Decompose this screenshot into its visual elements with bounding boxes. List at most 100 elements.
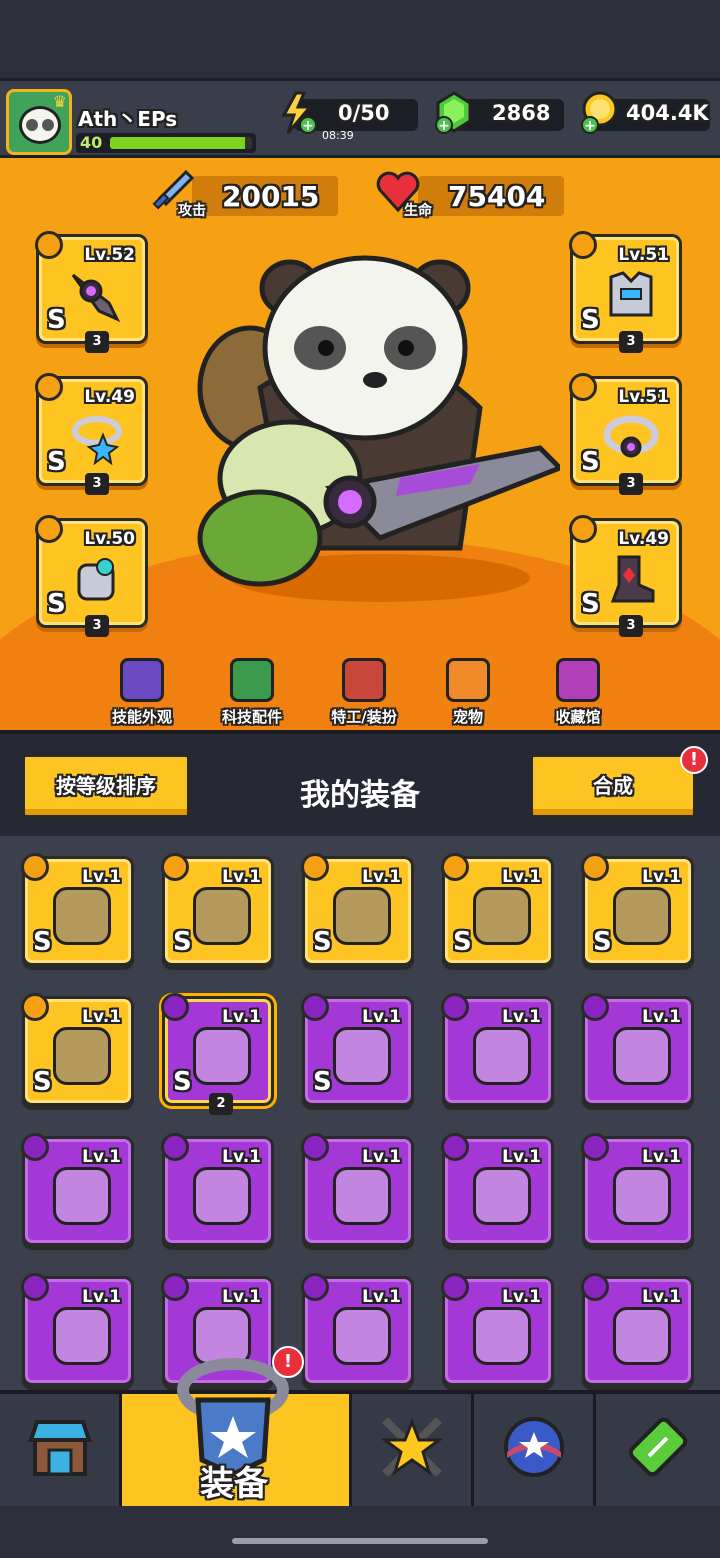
nav-tab-skills[interactable]: [352, 1394, 474, 1506]
category-skill-skins[interactable]: 技能外观: [92, 658, 192, 727]
energy-counter[interactable]: + 0/50: [281, 91, 418, 134]
item-type-icon: [441, 1133, 469, 1161]
armor-vest-icon: [609, 271, 653, 317]
equipment-item[interactable]: Lv.1: [21, 1133, 134, 1246]
gem-icon: +: [435, 91, 472, 134]
item-level: Lv.1: [222, 867, 261, 887]
equipment-item[interactable]: Lv.1: [581, 993, 694, 1106]
slot-stars: 3: [619, 473, 643, 495]
chain-necklace-icon: [333, 1167, 391, 1225]
nav-tab-equipment[interactable]: 装备: [122, 1358, 352, 1506]
item-level: Lv.1: [362, 1287, 401, 1307]
category-collection[interactable]: 收藏馆: [528, 658, 628, 727]
equipment-item[interactable]: Lv.1: [21, 1273, 134, 1386]
category-label: 宠物: [452, 708, 483, 726]
item-level: Lv.1: [502, 1007, 541, 1027]
gem-value: 2868: [492, 101, 551, 125]
equipment-item[interactable]: Lv.1: [161, 1133, 274, 1246]
equipment-item[interactable]: Lv.1: [301, 1133, 414, 1246]
item-type-icon: [581, 1133, 609, 1161]
equip-slot-necklace[interactable]: Lv.49 S 3: [35, 373, 148, 495]
equipment-item[interactable]: Lv.1 S: [21, 853, 134, 966]
category-tech-parts[interactable]: 科技配件: [202, 658, 302, 727]
equipment-item[interactable]: Lv.1: [441, 1133, 554, 1246]
equip-slot-boots[interactable]: Lv.49 S 3: [569, 515, 682, 637]
gem-glove-icon: [613, 1307, 671, 1365]
attack-label: 攻击: [178, 203, 206, 219]
panda-face-icon: [19, 106, 61, 144]
equipment-alert-badge: !: [272, 1346, 304, 1378]
item-type-icon: [441, 1273, 469, 1301]
item-level: Lv.1: [642, 1007, 681, 1027]
item-level: Lv.1: [82, 1147, 121, 1167]
attack-stat: 攻击 20015: [152, 169, 338, 219]
gem-counter[interactable]: + 2868: [435, 91, 564, 134]
category-pets[interactable]: 宠物: [418, 658, 518, 727]
lightning-icon: +: [281, 91, 317, 134]
nav-tab-shop[interactable]: [0, 1394, 122, 1506]
slot-stars: 3: [85, 331, 109, 353]
claw-glove-icon: [333, 1307, 391, 1365]
equipment-item[interactable]: Lv.1: [441, 1273, 554, 1386]
item-level: Lv.1: [222, 1147, 261, 1167]
equip-slot-armor[interactable]: Lv.51 S 3: [569, 231, 682, 353]
item-rank: S: [33, 927, 52, 957]
coin-counter[interactable]: + 404.4K: [581, 91, 710, 134]
equipment-item[interactable]: Lv.1: [301, 1273, 414, 1386]
category-label: 科技配件: [221, 708, 282, 726]
item-level: Lv.1: [642, 1147, 681, 1167]
home-indicator: [232, 1538, 488, 1544]
star-ball-icon: [503, 1417, 564, 1477]
equip-slot-glove[interactable]: Lv.50 S 3: [35, 515, 148, 637]
slot-rank: S: [47, 305, 66, 335]
sort-by-level-button[interactable]: 按等级排序: [22, 754, 190, 818]
category-agent-outfit[interactable]: 特工/装扮: [314, 658, 414, 727]
shuriken-blade-icon: [53, 887, 111, 945]
equipment-item[interactable]: Lv.1 S: [581, 853, 694, 966]
dog-icon: [446, 658, 490, 702]
equipment-item[interactable]: Lv.1 S: [301, 993, 414, 1106]
item-type-icon: [21, 1133, 49, 1161]
equipment-item[interactable]: Lv.1: [581, 1133, 694, 1246]
gold-belt-icon: [473, 887, 531, 945]
nav-tab-research[interactable]: [596, 1394, 720, 1506]
orb-belt-icon: [603, 415, 659, 458]
slot-level: Lv.52: [84, 245, 135, 265]
item-type-icon: [21, 1273, 49, 1301]
star-necklace-icon: [333, 887, 391, 945]
soccer-hat-icon: [120, 658, 164, 702]
equipment-item[interactable]: Lv.1: [581, 1273, 694, 1386]
item-rank: S: [173, 1067, 192, 1097]
svg-text:+: +: [302, 118, 314, 134]
coin-icon: +: [581, 91, 618, 134]
nav-tab-events[interactable]: [474, 1394, 596, 1506]
item-type-icon: [301, 1273, 329, 1301]
equipment-item[interactable]: Lv.1 S: [161, 853, 274, 966]
item-type-icon: [21, 853, 49, 881]
energy-timer: 08:39: [322, 129, 354, 142]
item-level: Lv.1: [82, 1007, 121, 1027]
equip-slot-weapon[interactable]: Lv.52 S 3: [35, 231, 148, 353]
player-avatar[interactable]: ♛: [6, 89, 72, 155]
shop-icon: [27, 1420, 92, 1476]
equipment-item[interactable]: Lv.1 S: [441, 853, 554, 966]
merge-button[interactable]: 合成: [530, 754, 696, 818]
xp-bar: [110, 137, 252, 149]
attack-value: 20015: [222, 180, 320, 213]
merge-alert-badge: !: [680, 746, 708, 774]
slot-rank: S: [47, 589, 66, 619]
slot-stars: 3: [85, 473, 109, 495]
item-type-icon: [301, 853, 329, 881]
category-label: 技能外观: [111, 708, 172, 726]
slot-stars: 3: [619, 615, 643, 637]
equipment-item[interactable]: Lv.1 S: [21, 993, 134, 1106]
item-type-icon: [441, 993, 469, 1021]
equipment-item[interactable]: Lv.1 S 2: [161, 993, 274, 1115]
armor-vest-icon: [193, 887, 251, 945]
coin-value: 404.4K: [626, 101, 709, 125]
equipment-item[interactable]: Lv.1 S: [301, 853, 414, 966]
slot-rank: S: [581, 589, 600, 619]
equipment-item[interactable]: Lv.1: [441, 993, 554, 1106]
slot-rank: S: [47, 447, 66, 477]
equip-slot-belt[interactable]: Lv.51 S 3: [569, 373, 682, 495]
